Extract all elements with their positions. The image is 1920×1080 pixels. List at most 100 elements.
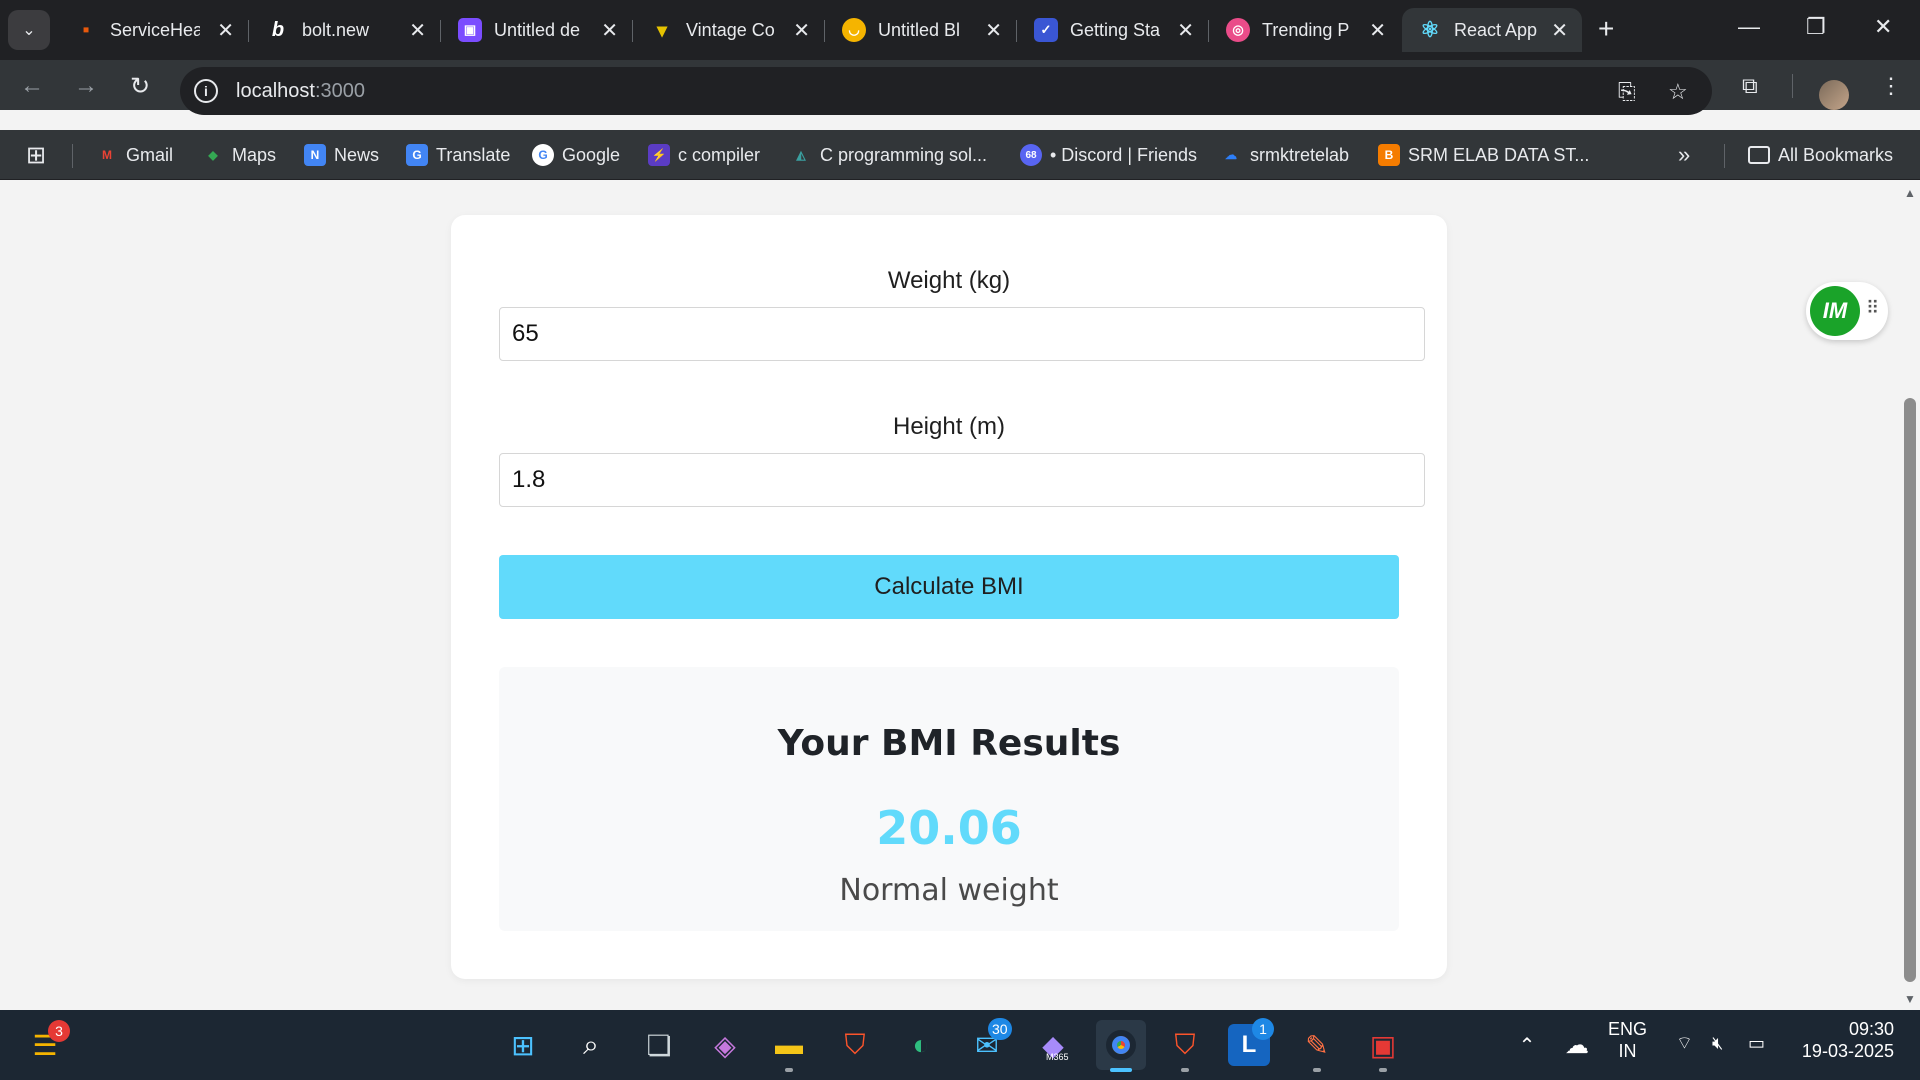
bookmark-label: Gmail xyxy=(126,144,174,165)
task-view-icon[interactable]: ❏ xyxy=(638,1024,680,1066)
url-text: localhost:3000 xyxy=(236,80,365,102)
height-input[interactable]: 1.8 xyxy=(499,453,1425,507)
chrome-icon[interactable] xyxy=(1096,1020,1146,1070)
results-title: Your BMI Results xyxy=(777,723,1121,764)
bolt-favicon-icon: b xyxy=(271,18,285,41)
calculate-bmi-button[interactable]: Calculate BMI xyxy=(499,555,1399,619)
bookmark-label: Maps xyxy=(232,144,277,165)
close-icon[interactable]: ✕ xyxy=(793,18,810,43)
apps-grid-icon[interactable]: ⊞ xyxy=(26,140,46,170)
bookmark-discord[interactable]: 68 • Discord | Friends xyxy=(1020,140,1197,170)
bmi-value: 20.06 xyxy=(876,801,1022,855)
tab-title: ServiceHea xyxy=(110,19,200,40)
weight-input[interactable]: 65 xyxy=(499,307,1425,361)
l-app-badge: 1 xyxy=(1252,1018,1274,1040)
close-icon[interactable]: ✕ xyxy=(409,18,426,43)
scrollbar-thumb[interactable] xyxy=(1904,398,1916,982)
volume-muted-icon[interactable]: 🔇︎ xyxy=(1712,1032,1723,1054)
bookmark-srm-elab[interactable]: B SRM ELAB DATA ST... xyxy=(1378,140,1589,170)
bookmark-label: News xyxy=(334,144,380,165)
bookmark-c-compiler[interactable]: ⚡ c compiler xyxy=(648,140,760,170)
search-icon[interactable]: ⌕ xyxy=(570,1024,612,1066)
menu-kebab-icon[interactable]: ⋮ xyxy=(1880,73,1902,99)
file-explorer-icon[interactable]: ▬ xyxy=(768,1024,810,1066)
wifi-icon[interactable]: ⌔ xyxy=(1676,1032,1693,1054)
bookmark-maps[interactable]: ◆ Maps xyxy=(202,140,276,170)
bookmark-translate[interactable]: G Translate xyxy=(406,140,510,170)
translate-icon: G xyxy=(406,144,428,166)
window-close-icon[interactable]: ✕ xyxy=(1874,14,1892,40)
bookmark-label: Translate xyxy=(436,144,511,165)
close-icon[interactable]: ✕ xyxy=(985,18,1002,43)
servicehea-favicon-icon: ▪ xyxy=(82,18,90,41)
brave-nightly-icon[interactable]: ⛉ xyxy=(1164,1024,1206,1066)
scroll-up-arrow-icon[interactable]: ▲ xyxy=(1903,186,1917,200)
site-info-icon[interactable]: i xyxy=(194,79,218,103)
bookmark-news[interactable]: N News xyxy=(304,140,379,170)
im-floating-widget[interactable]: IM ⠿ xyxy=(1806,282,1888,340)
tab-title: React App xyxy=(1454,19,1538,40)
lang-top: ENG xyxy=(1608,1019,1648,1039)
tray-chevron-up-icon[interactable]: ⌃ xyxy=(1506,1024,1548,1066)
address-bar[interactable]: i localhost:3000 ⎘ ☆ xyxy=(180,67,1712,115)
language-indicator[interactable]: ENG IN xyxy=(1608,1018,1647,1062)
bookmark-label: srmktretelab xyxy=(1250,144,1350,165)
browser-toolbar: ← → ↻ i localhost:3000 ⎘ ☆ ⧉ ⋮ xyxy=(0,60,1920,115)
bookmark-google[interactable]: G Google xyxy=(532,140,620,170)
news-icon: N xyxy=(304,144,326,166)
battery-icon[interactable]: ▭ xyxy=(1748,1032,1765,1054)
install-app-icon[interactable]: ⎘ xyxy=(1618,79,1636,105)
tab-servicehea[interactable]: ▪ ServiceHea ✕ xyxy=(58,8,249,52)
restore-icon[interactable]: ❐ xyxy=(1806,14,1826,40)
tab-title: Untitled Bl xyxy=(878,19,961,40)
all-bookmarks-button[interactable]: All Bookmarks xyxy=(1748,140,1893,170)
profile-avatar[interactable] xyxy=(1819,80,1849,110)
tab-trending[interactable]: ◎ Trending P ✕ xyxy=(1210,8,1400,52)
pen-app-icon[interactable]: ✎ xyxy=(1296,1024,1338,1066)
tab-getting-started[interactable]: ✓ Getting Sta ✕ xyxy=(1018,8,1209,52)
new-tab-plus-icon[interactable]: + xyxy=(1598,14,1614,44)
tab-title: Trending P xyxy=(1262,19,1350,40)
bmi-status: Normal weight xyxy=(839,873,1059,908)
tab-untitled-design[interactable]: ▣ Untitled de ✕ xyxy=(442,8,633,52)
notification-badge: 3 xyxy=(48,1020,70,1042)
windows-start-icon[interactable]: ⊞ xyxy=(502,1024,544,1066)
bookmark-gmail[interactable]: M Gmail xyxy=(96,140,173,170)
bookmark-c-programming[interactable]: ◭ C programming sol... xyxy=(790,140,987,170)
close-icon[interactable]: ✕ xyxy=(601,18,618,43)
weight-label: Weight (kg) xyxy=(887,267,1011,294)
bookmark-label: C programming sol... xyxy=(820,144,988,165)
lang-bottom: IN xyxy=(1618,1041,1637,1061)
discord-icon: 68 xyxy=(1020,144,1042,166)
bookmark-star-icon[interactable]: ☆ xyxy=(1668,79,1688,105)
close-icon[interactable]: ✕ xyxy=(1369,18,1386,43)
copilot-icon[interactable]: ◈ xyxy=(704,1024,746,1066)
scroll-down-arrow-icon[interactable]: ▼ xyxy=(1903,992,1917,1006)
red-app-icon[interactable]: ▣ xyxy=(1362,1024,1404,1066)
clock-date: 19-03-2025 xyxy=(1801,1041,1894,1061)
close-icon[interactable]: ✕ xyxy=(217,18,234,43)
tab-react-app[interactable]: ⚛ React App ✕ xyxy=(1402,8,1582,52)
close-icon[interactable]: ✕ xyxy=(1551,18,1568,43)
more-bookmarks-chevron-icon[interactable]: » xyxy=(1678,140,1690,170)
edge-browser-icon[interactable]: ◐ xyxy=(900,1024,942,1066)
bookmark-srmktretelab[interactable]: ☁ srmktretelab xyxy=(1220,140,1349,170)
tab-search-button[interactable]: ⌄ xyxy=(8,10,50,50)
clock[interactable]: 09:30 19-03-2025 xyxy=(1794,1018,1894,1062)
all-bookmarks-label: All Bookmarks xyxy=(1778,144,1894,165)
back-arrow-icon[interactable]: ← xyxy=(14,68,50,104)
bookmarks-bar: ⊞ M Gmail ◆ Maps N News G Translate G Go… xyxy=(0,130,1920,180)
onedrive-cloud-icon[interactable]: ☁ xyxy=(1556,1024,1598,1066)
tab-bolt[interactable]: b bolt.new ✕ xyxy=(250,8,441,52)
extensions-puzzle-icon[interactable]: ⧉ xyxy=(1742,73,1758,99)
tab-untitled-blog[interactable]: ◡ Untitled Bl ✕ xyxy=(826,8,1017,52)
brave-browser-icon[interactable]: ⛉ xyxy=(834,1024,876,1066)
react-favicon-icon: ⚛ xyxy=(1420,17,1440,42)
drag-handle-icon[interactable]: ⠿ xyxy=(1866,298,1879,319)
tab-vintage[interactable]: ▾ Vintage Co ✕ xyxy=(634,8,825,52)
bookmark-label: Google xyxy=(562,144,621,165)
minimize-icon[interactable]: — xyxy=(1738,14,1760,40)
close-icon[interactable]: ✕ xyxy=(1177,18,1194,43)
reload-icon[interactable]: ↻ xyxy=(122,68,158,104)
forward-arrow-icon[interactable]: → xyxy=(68,68,104,104)
